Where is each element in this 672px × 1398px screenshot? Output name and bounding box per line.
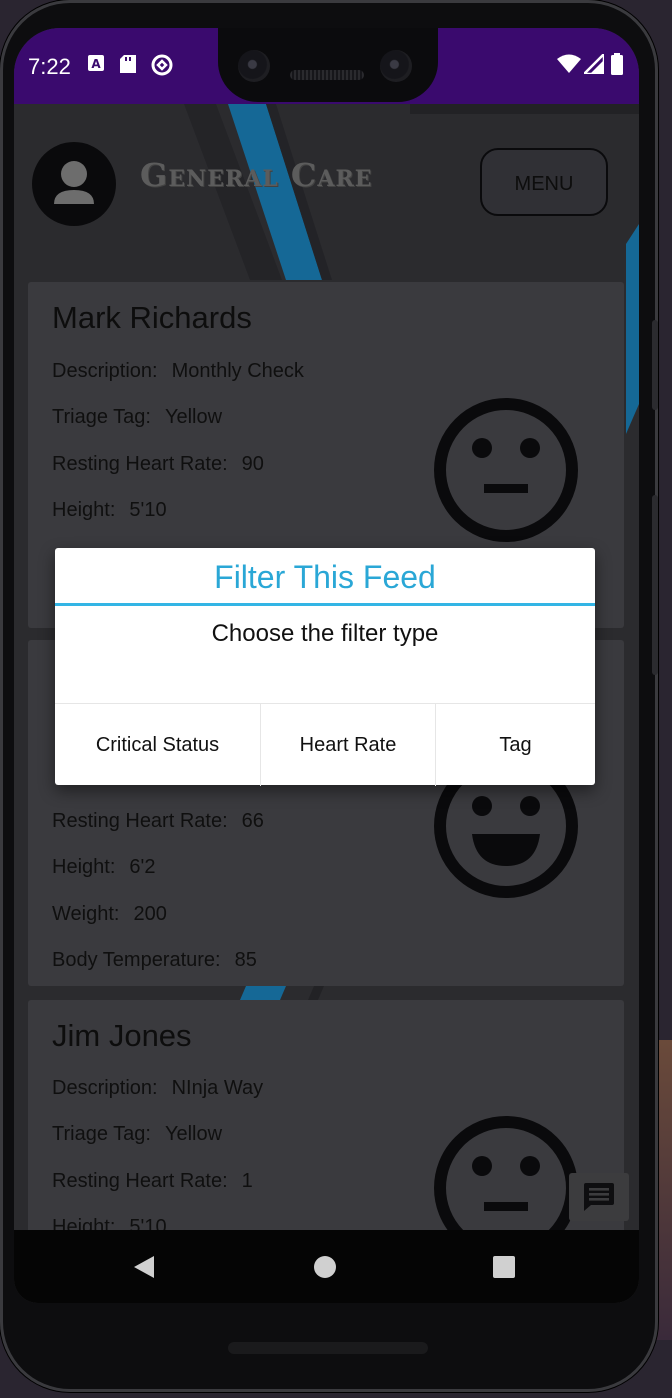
chat-icon bbox=[584, 1183, 614, 1211]
volume-button bbox=[652, 320, 658, 410]
dialog-divider bbox=[55, 603, 595, 606]
navigation-bar bbox=[14, 1230, 639, 1303]
status-time: 7:22 bbox=[28, 54, 71, 79]
phone-frame: 7:22 A General Care MENU Mark Richards D… bbox=[0, 0, 658, 1392]
chat-button[interactable] bbox=[569, 1173, 629, 1221]
dialog-buttons: Critical Status Heart Rate Tag bbox=[55, 703, 595, 786]
camera-icon bbox=[238, 50, 270, 82]
dialog-title: Filter This Feed bbox=[214, 559, 436, 595]
tag-button[interactable]: Tag bbox=[436, 704, 595, 786]
recents-icon bbox=[493, 1256, 515, 1278]
critical-status-button[interactable]: Critical Status bbox=[55, 704, 261, 786]
accessibility-a-icon: A bbox=[88, 55, 104, 75]
screen: 7:22 A General Care MENU Mark Richards D… bbox=[14, 28, 639, 1303]
dialog-message: Choose the filter type bbox=[211, 620, 439, 647]
earpiece-speaker bbox=[290, 70, 364, 80]
back-button[interactable] bbox=[114, 1230, 174, 1303]
camera-icon bbox=[380, 50, 412, 82]
wifi-icon bbox=[557, 54, 581, 78]
vpn-icon bbox=[150, 53, 174, 81]
app-content: General Care MENU Mark Richards Descript… bbox=[14, 104, 639, 1230]
home-button[interactable] bbox=[295, 1230, 355, 1303]
power-button bbox=[652, 495, 658, 675]
home-icon bbox=[314, 1256, 336, 1278]
back-icon bbox=[134, 1256, 154, 1278]
battery-icon bbox=[611, 53, 623, 79]
sd-card-icon bbox=[120, 55, 136, 77]
camera-notch bbox=[218, 28, 438, 102]
svg-text:A: A bbox=[91, 57, 101, 71]
heart-rate-button[interactable]: Heart Rate bbox=[261, 704, 436, 786]
bottom-speaker bbox=[228, 1342, 428, 1354]
recents-button[interactable] bbox=[474, 1230, 534, 1303]
signal-icon bbox=[580, 50, 606, 78]
filter-dialog: Filter This Feed Choose the filter type … bbox=[55, 548, 595, 786]
